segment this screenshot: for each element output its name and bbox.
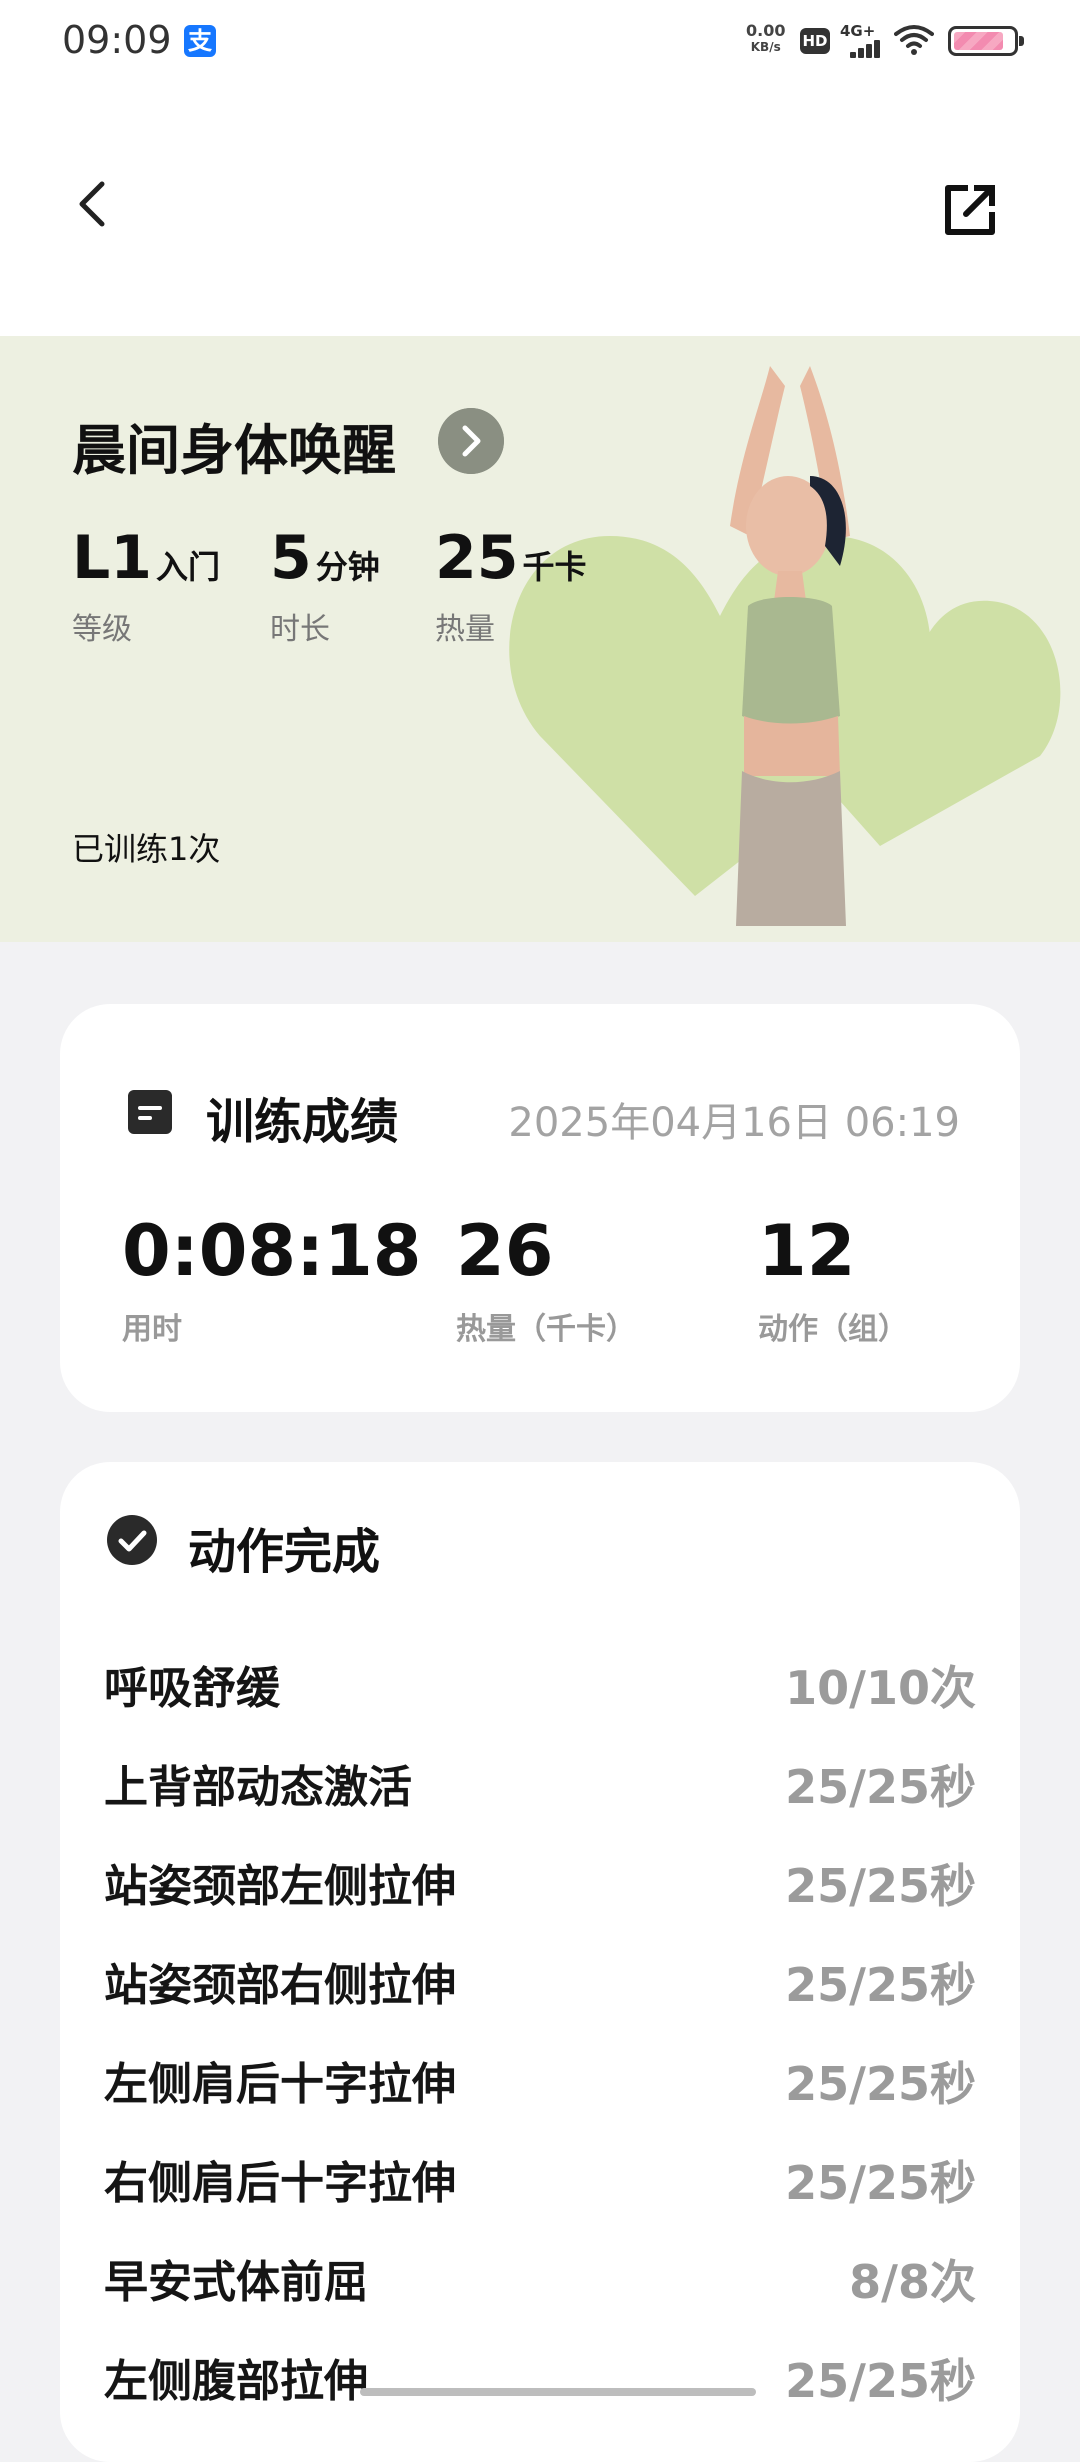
action-row: 站姿颈部右侧拉伸 25/25秒 bbox=[104, 1949, 976, 2012]
top-bar bbox=[0, 84, 1080, 336]
workout-title: 晨间身体唤醒 bbox=[72, 419, 396, 482]
action-name: 右侧肩后十字拉伸 bbox=[104, 2158, 456, 2209]
alipay-notification-icon: 支 bbox=[184, 25, 216, 57]
action-row: 左侧肩后十字拉伸 25/25秒 bbox=[104, 2048, 976, 2111]
status-time: 09:09 bbox=[62, 18, 172, 62]
results-datetime: 2025年04月16日 06:19 bbox=[508, 1100, 960, 1146]
action-row: 呼吸舒缓 10/10次 bbox=[104, 1652, 976, 1715]
actions-completed-card: 动作完成 呼吸舒缓 10/10次 上背部动态激活 25/25秒 站姿颈部左侧拉伸… bbox=[60, 1462, 1020, 2462]
action-name: 上背部动态激活 bbox=[104, 1762, 412, 1813]
stat-level-value: L1 bbox=[72, 523, 152, 593]
stat-calories-value: 25 bbox=[435, 523, 519, 593]
actions-title: 动作完成 bbox=[188, 1524, 381, 1580]
action-row: 早安式体前屈 8/8次 bbox=[104, 2246, 976, 2309]
metric-actions-label: 动作（组） bbox=[758, 1312, 908, 1347]
metric-calories-value: 26 bbox=[456, 1210, 554, 1292]
metric-calories-label: 热量（千卡） bbox=[456, 1312, 636, 1347]
action-count: 25/25秒 bbox=[785, 1859, 976, 1913]
stat-duration-value: 5 bbox=[270, 523, 312, 593]
check-circle-icon bbox=[107, 1515, 157, 1565]
stat-duration: 5 分钟 时长 bbox=[270, 526, 380, 648]
action-name: 站姿颈部左侧拉伸 bbox=[104, 1861, 456, 1912]
action-count: 25/25秒 bbox=[785, 1958, 976, 2012]
status-bar: 09:09 支 0.00 KB/s HD 4G+ bbox=[0, 0, 1080, 84]
action-name: 早安式体前屈 bbox=[104, 2257, 368, 2308]
action-row: 右侧肩后十字拉伸 25/25秒 bbox=[104, 2147, 976, 2210]
stat-duration-label: 时长 bbox=[270, 612, 330, 647]
workout-hero-banner: 晨间身体唤醒 L1 入门 等级 5 分钟 时长 25 千卡 热量 已训练1次 bbox=[0, 336, 1080, 942]
action-count: 25/25秒 bbox=[785, 2156, 976, 2210]
wifi-icon bbox=[894, 25, 934, 55]
document-icon bbox=[128, 1090, 172, 1134]
share-icon[interactable] bbox=[940, 180, 1000, 240]
home-indicator[interactable] bbox=[360, 2388, 756, 2396]
stat-calories-unit: 千卡 bbox=[522, 548, 587, 586]
stat-calories: 25 千卡 热量 bbox=[435, 526, 587, 648]
network-speed-value: 0.00 bbox=[746, 21, 786, 40]
action-name: 呼吸舒缓 bbox=[104, 1663, 280, 1714]
stat-level: L1 入门 等级 bbox=[72, 526, 220, 648]
results-title: 训练成绩 bbox=[206, 1094, 399, 1150]
back-arrow-icon[interactable] bbox=[62, 174, 122, 234]
action-count: 25/25秒 bbox=[785, 2354, 976, 2408]
hd-icon: HD bbox=[800, 28, 830, 54]
metric-calories: 26 热量（千卡） bbox=[456, 1216, 636, 1348]
chevron-right-icon[interactable] bbox=[438, 408, 504, 474]
training-results-card: 训练成绩 2025年04月16日 06:19 0:08:18 用时 26 热量（… bbox=[60, 1004, 1020, 1412]
battery-icon bbox=[948, 26, 1024, 56]
network-type: 4G+ bbox=[840, 22, 876, 40]
signal-icon: 4G+ bbox=[840, 22, 884, 60]
battery-level bbox=[954, 32, 1003, 50]
action-name: 左侧腹部拉伸 bbox=[104, 2356, 368, 2407]
metric-actions-value: 12 bbox=[758, 1210, 856, 1292]
action-row: 站姿颈部左侧拉伸 25/25秒 bbox=[104, 1850, 976, 1913]
metric-actions: 12 动作（组） bbox=[758, 1216, 908, 1348]
action-name: 左侧肩后十字拉伸 bbox=[104, 2059, 456, 2110]
action-count: 25/25秒 bbox=[785, 2057, 976, 2111]
action-count: 8/8次 bbox=[849, 2255, 976, 2309]
metric-time: 0:08:18 用时 bbox=[122, 1216, 422, 1348]
stat-level-label: 等级 bbox=[72, 612, 132, 647]
metric-time-value: 0:08:18 bbox=[122, 1210, 422, 1292]
trained-count: 已训练1次 bbox=[72, 830, 221, 868]
stat-calories-label: 热量 bbox=[435, 612, 495, 647]
network-speed: 0.00 KB/s bbox=[746, 22, 785, 56]
action-count: 10/10次 bbox=[785, 1661, 976, 1715]
action-count: 25/25秒 bbox=[785, 1760, 976, 1814]
metric-time-label: 用时 bbox=[122, 1312, 182, 1347]
action-name: 站姿颈部右侧拉伸 bbox=[104, 1960, 456, 2011]
trainer-figure bbox=[730, 366, 850, 926]
network-speed-unit: KB/s bbox=[750, 40, 781, 54]
action-row: 上背部动态激活 25/25秒 bbox=[104, 1751, 976, 1814]
stat-level-unit: 入门 bbox=[155, 548, 220, 586]
stat-duration-unit: 分钟 bbox=[315, 548, 380, 586]
action-row: 左侧腹部拉伸 25/25秒 bbox=[104, 2345, 976, 2408]
